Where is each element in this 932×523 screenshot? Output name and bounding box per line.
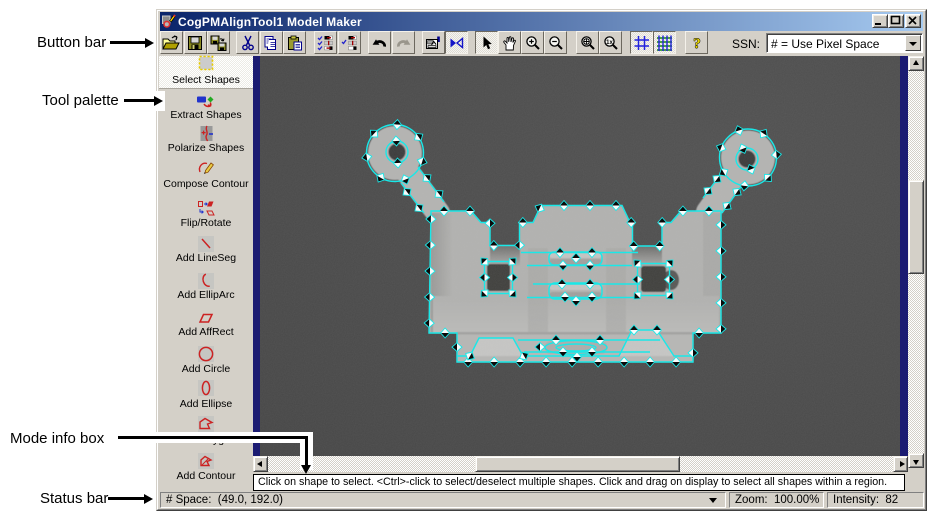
svg-text:1x: 1x [606, 39, 613, 45]
svg-text:?: ? [693, 36, 701, 51]
